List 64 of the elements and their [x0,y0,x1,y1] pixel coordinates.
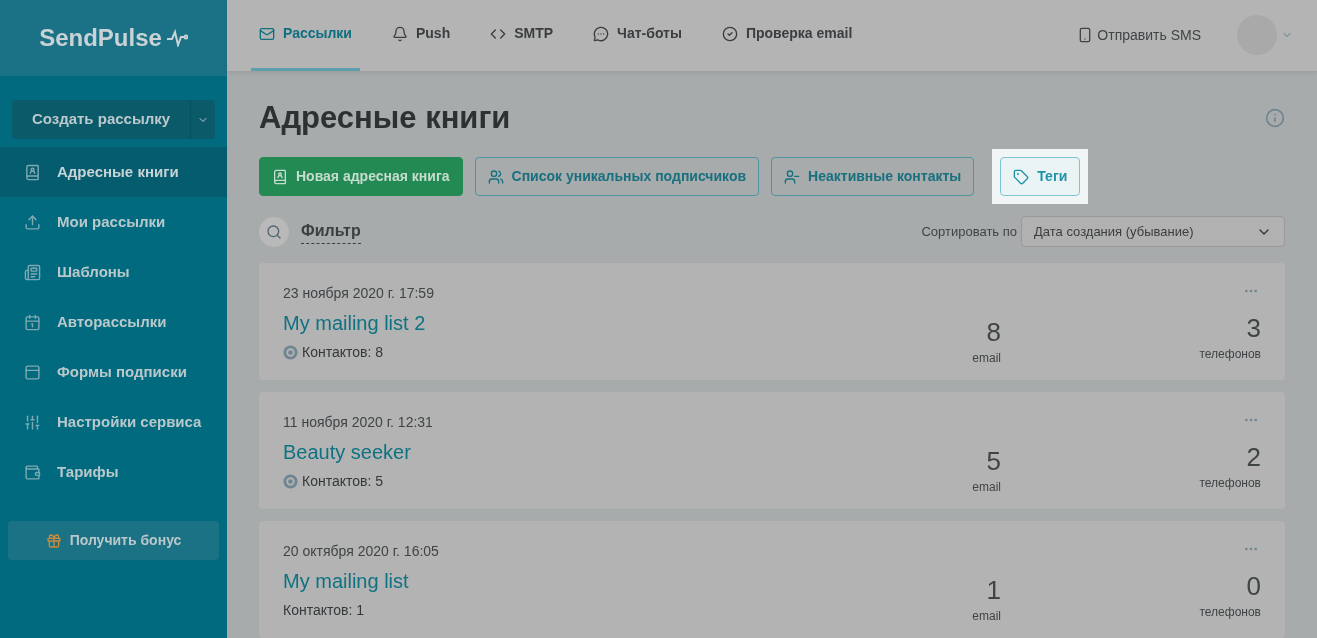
upload-icon [24,213,41,231]
document-icon [24,263,41,281]
sliders-icon [24,413,41,431]
address-book-title[interactable]: My mailing list 2 [283,308,881,338]
action-button[interactable]: Список уникальных подписчиков [474,157,760,196]
created-date: 11 ноября 2020 г. 12:31 [283,413,434,432]
created-date: 20 октября 2020 г. 16:05 [283,542,440,561]
sidebar-item[interactable]: Тарифы [0,447,227,497]
created-date: 23 ноября 2020 г. 17:59 [283,284,435,303]
page-title: Адресные книги [259,98,511,137]
users-icon [487,168,504,185]
nav-tab[interactable]: Push [384,0,459,71]
bell-icon [392,25,408,42]
user-minus-icon [784,168,801,185]
nav-tab[interactable]: Проверка email [713,0,861,71]
check-circle-icon [721,25,738,42]
pulse-logo-icon [165,29,188,47]
sort-select[interactable]: Дата создания (убывание) [1021,216,1285,247]
sidebar-item[interactable]: Авторассылки [0,297,227,347]
logo-text: SendPulse [39,23,162,53]
info-icon[interactable] [1265,107,1285,128]
phone-count: 0 [1246,573,1261,599]
bonus-button[interactable]: Получить бонус [8,521,219,560]
email-label: email [972,479,1001,496]
email-label: email [972,350,1001,367]
email-count: 8 [986,319,1001,345]
phone-label: телефонов [1199,475,1261,492]
action-button[interactable]: Теги [1000,157,1081,196]
form-icon [24,363,41,381]
action-button[interactable]: Новая адресная книга [259,157,463,196]
sidebar-item[interactable]: Мои рассылки [0,197,227,247]
phone-count: 3 [1246,315,1261,341]
sidebar-item[interactable]: Шаблоны [0,247,227,297]
address-book-icon [24,163,41,181]
nav-tab[interactable]: Рассылки [251,0,360,71]
nav-tab[interactable]: Чат-боты [585,0,690,71]
address-book-title[interactable]: Beauty seeker [283,437,881,467]
action-button[interactable]: Неактивные контакты [771,157,975,196]
contacts-count: Контактов: 1 [283,601,365,620]
email-count: 1 [986,577,1001,603]
sort-label: Сортировать по [921,222,1017,241]
calendar-icon [24,313,41,331]
search-icon [266,223,282,240]
address-book-icon [272,168,288,185]
contacts-count: Контактов: 5 [302,472,384,491]
sidebar-item[interactable]: Адресные книги [0,147,227,197]
phone-label: телефонов [1199,346,1261,363]
chat-bubble-icon [593,25,610,42]
phone-count: 2 [1246,444,1261,470]
phone-label: телефонов [1199,604,1261,621]
address-book-title[interactable]: My mailing list [283,566,881,596]
email-count: 5 [986,448,1001,474]
sidebar-item[interactable]: Настройки сервиса [0,397,227,447]
tag-icon [1013,168,1030,185]
filter-link[interactable]: Фильтр [301,219,361,244]
send-sms-link[interactable]: Отправить SMS [1077,24,1201,46]
mail-icon [259,25,275,42]
contacts-count: Контактов: 8 [302,343,384,362]
search-button[interactable] [259,216,289,247]
nav-tab[interactable]: SMTP [482,0,562,71]
gift-icon [45,532,62,549]
sidebar-item[interactable]: Формы подписки [0,347,227,397]
email-label: email [972,608,1001,625]
wallet-icon [24,463,41,481]
